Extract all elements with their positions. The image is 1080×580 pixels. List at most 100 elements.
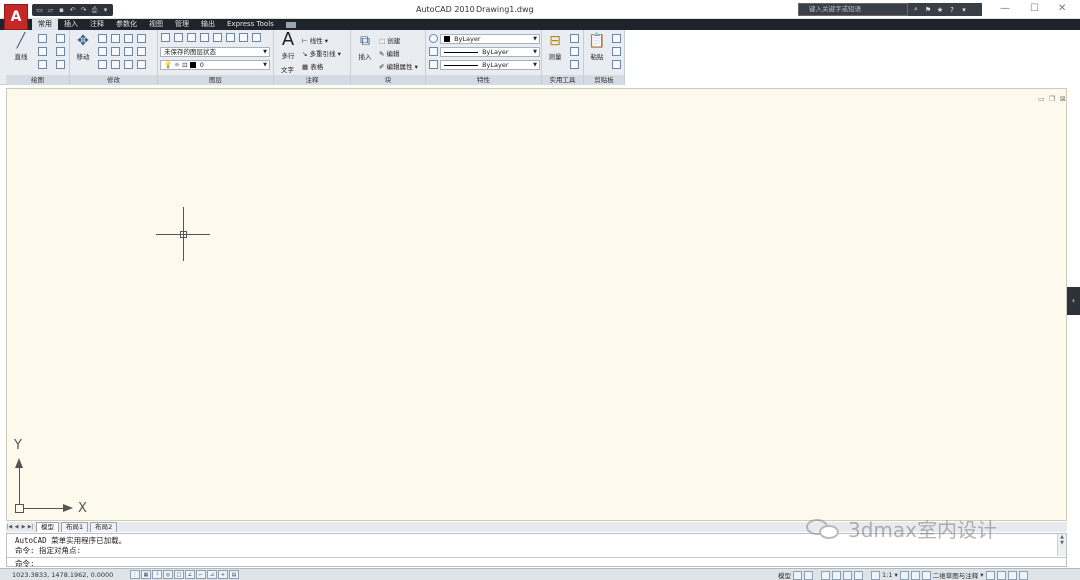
table-button[interactable]: ▦ 表格	[302, 61, 323, 71]
extend-icon[interactable]	[137, 34, 146, 43]
match-prop-icon[interactable]	[612, 60, 621, 69]
polar-toggle[interactable]: ◎	[163, 570, 173, 579]
lineweight-dropdown[interactable]: ByLayer ▼	[440, 60, 540, 70]
snap-toggle[interactable]: ⋮	[130, 570, 140, 579]
erase-icon[interactable]	[137, 60, 146, 69]
linetype-dropdown[interactable]: ByLayer ▼	[440, 47, 540, 57]
clean-screen-icon[interactable]	[1018, 570, 1028, 580]
layer-isolate-icon[interactable]	[174, 33, 183, 42]
layer-previous-icon[interactable]	[239, 33, 248, 42]
move-button[interactable]: ✥ 移动	[72, 33, 94, 61]
layer-lock-icon[interactable]	[213, 33, 222, 42]
viewport-restore-icon[interactable]: ❐	[1049, 95, 1055, 103]
tab-home[interactable]: 常用	[32, 19, 58, 30]
search-icon[interactable]: ⌕	[911, 5, 921, 14]
paste-button[interactable]: 📋 粘贴	[586, 33, 608, 61]
open-file-icon[interactable]: ▱	[46, 6, 55, 14]
hatch-icon[interactable]	[56, 60, 65, 69]
layer-dropdown[interactable]: 💡 ☼ ⊡ 0 ▼	[160, 60, 270, 70]
polygon-icon[interactable]	[56, 47, 65, 56]
viewport-minimize-icon[interactable]: ▭	[1038, 95, 1045, 103]
panel-annotation-title[interactable]: 注释	[274, 75, 350, 85]
viewport-close-icon[interactable]: ⊠	[1060, 95, 1066, 103]
tab-output[interactable]: 输出	[195, 19, 221, 30]
command-scrollbar[interactable]: ▲ ▼	[1057, 534, 1066, 556]
multileader-button[interactable]: ↘ 多重引线 ▾	[302, 48, 341, 58]
panel-draw-title[interactable]: 绘图	[6, 75, 69, 85]
steering-wheel-icon[interactable]	[843, 570, 852, 580]
collapse-panel-handle[interactable]: ‹	[1067, 287, 1080, 315]
osnap-toggle[interactable]: □	[174, 570, 184, 579]
stretch-icon[interactable]	[124, 47, 133, 56]
layout-view-icon[interactable]	[793, 570, 802, 580]
grid-toggle[interactable]: ▦	[141, 570, 151, 579]
edit-attributes-button[interactable]: ✐ 编辑属性 ▾	[379, 61, 418, 71]
calculator-icon[interactable]	[570, 60, 579, 69]
edit-block-button[interactable]: ✎ 编辑	[379, 48, 400, 58]
hardware-acceleration-icon[interactable]	[996, 570, 1006, 580]
layer-freeze-icon[interactable]	[187, 33, 196, 42]
annotation-visibility-icon[interactable]	[899, 570, 909, 580]
copy-clip-icon[interactable]	[612, 47, 621, 56]
measure-button[interactable]: ⊟ 测量	[544, 33, 566, 61]
circle-icon[interactable]	[38, 47, 47, 56]
workspace-label[interactable]: 二维草图与注释	[933, 570, 979, 580]
scale-icon[interactable]	[98, 60, 107, 69]
prev-tab-icon[interactable]: ◀	[13, 524, 20, 530]
match-properties-icon[interactable]	[429, 34, 438, 43]
minimize-button[interactable]: —	[1000, 3, 1010, 14]
help-icon[interactable]: ?	[947, 6, 957, 14]
insert-block-button[interactable]: ⧉ 插入	[354, 33, 376, 61]
tab-layout1[interactable]: 布局1	[61, 522, 89, 532]
zoom-icon[interactable]	[832, 570, 841, 580]
tab-model[interactable]: 模型	[36, 522, 59, 532]
line-button[interactable]: ╱ 直线	[9, 33, 33, 61]
pan-icon[interactable]	[821, 570, 830, 580]
layer-off-icon[interactable]	[200, 33, 209, 42]
first-tab-icon[interactable]: |◀	[6, 524, 13, 530]
fillet-icon[interactable]	[111, 47, 120, 56]
tab-annotate[interactable]: 注释	[84, 19, 110, 30]
linetype-icon[interactable]	[429, 47, 438, 56]
explode-icon[interactable]	[137, 47, 146, 56]
undo-icon[interactable]: ↶	[68, 6, 77, 14]
copy-icon[interactable]	[98, 34, 107, 43]
layer-walk-icon[interactable]	[252, 33, 261, 42]
ribbon-minimize-icon[interactable]	[285, 22, 296, 28]
panel-clipboard-title[interactable]: 剪贴板	[584, 75, 624, 85]
layer-state-dropdown[interactable]: 未保存的图层状态 ▼	[160, 47, 270, 57]
annotation-scale-value[interactable]: 1:1	[882, 571, 892, 579]
layer-properties-icon[interactable]	[161, 33, 170, 42]
quick-view-icon[interactable]	[804, 570, 813, 580]
otrack-toggle[interactable]: ∠	[185, 570, 195, 579]
maximize-button[interactable]: ☐	[1030, 3, 1039, 14]
mirror-icon[interactable]	[98, 47, 107, 56]
lineweight-icon[interactable]	[429, 60, 438, 69]
panel-properties-title[interactable]: 特性	[426, 75, 541, 85]
help-search-input[interactable]: 键入关键字或短语	[798, 3, 908, 16]
tab-view[interactable]: 视图	[143, 19, 169, 30]
drawing-canvas[interactable]	[6, 88, 1067, 521]
isolate-objects-icon[interactable]	[1007, 570, 1017, 580]
panel-modify-title[interactable]: 修改	[70, 75, 157, 85]
tab-layout2[interactable]: 布局2	[90, 522, 118, 532]
new-file-icon[interactable]: ▭	[35, 6, 44, 14]
trim-icon[interactable]	[124, 34, 133, 43]
next-tab-icon[interactable]: ▶	[20, 524, 27, 530]
mtext-button[interactable]: A 多行	[277, 31, 299, 61]
linear-dimension-button[interactable]: ⊢ 线性 ▾	[302, 35, 328, 45]
annotation-scale-icon[interactable]	[871, 570, 880, 580]
quick-properties-toggle[interactable]: ▤	[229, 570, 239, 579]
chevron-down-icon[interactable]: ▾	[959, 6, 969, 14]
tab-parametric[interactable]: 参数化	[110, 19, 143, 30]
tab-express-tools[interactable]: Express Tools	[221, 19, 280, 30]
application-menu-button[interactable]: A	[4, 4, 28, 30]
communication-center-icon[interactable]: ⚑	[923, 6, 933, 14]
ducs-toggle[interactable]: ⌐	[196, 570, 206, 579]
rectangle-icon[interactable]	[56, 34, 65, 43]
polyline-icon[interactable]	[38, 34, 47, 43]
panel-block-title[interactable]: 块	[351, 75, 425, 85]
arc-icon[interactable]	[38, 60, 47, 69]
layer-match-icon[interactable]	[226, 33, 235, 42]
rotate-icon[interactable]	[111, 34, 120, 43]
